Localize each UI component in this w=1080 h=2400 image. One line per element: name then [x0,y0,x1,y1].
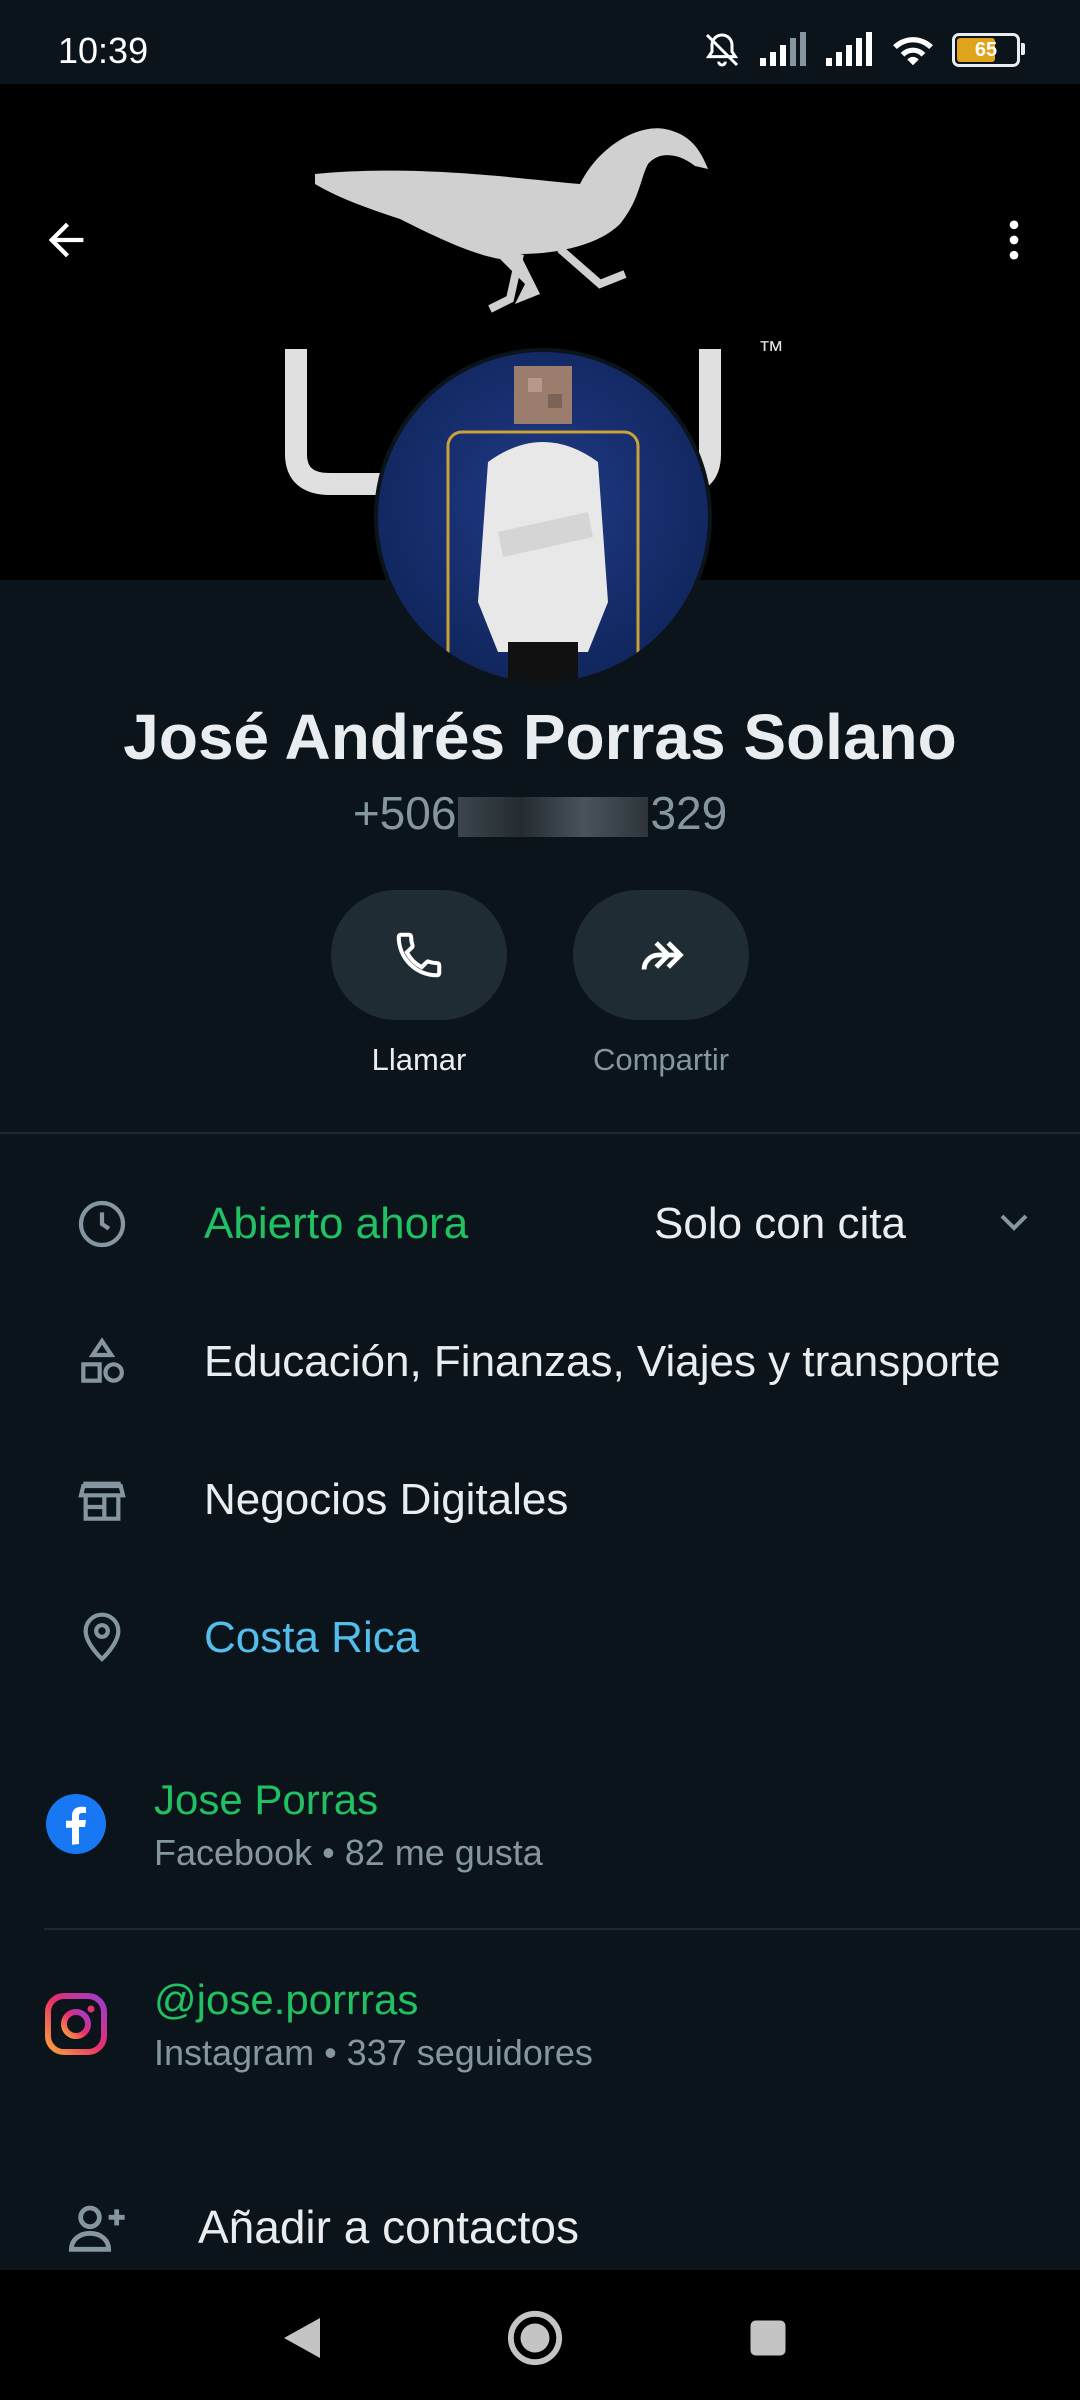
nav-recents-button[interactable] [736,2306,800,2370]
profile-avatar[interactable] [374,348,712,686]
business-description: Negocios Digitales [204,1475,569,1524]
status-time: 10:39 [58,30,149,71]
share-label: Compartir [592,1042,730,1077]
business-categories-row: Educación, Finanzas, Viajes y transporte [0,1312,1080,1412]
hours-detail: Solo con cita [654,1199,906,1248]
divider [44,1928,1080,1930]
instagram-link[interactable]: @jose.porrras Instagram • 337 seguidores [0,1966,1080,2096]
add-person-icon [68,2205,125,2252]
add-to-contacts-button[interactable]: Añadir a contactos [0,2178,1080,2278]
call-button[interactable]: Llamar [331,890,507,1078]
back-button[interactable] [30,204,102,276]
contact-name: José Andrés Porras Solano [123,701,957,773]
more-vertical-icon [1009,220,1019,260]
wifi-icon [893,37,933,66]
store-icon [70,1468,134,1532]
triangle-back-icon [284,2318,320,2358]
facebook-link[interactable]: Jose Porras Facebook • 82 me gusta [0,1766,1080,1896]
square-recents-icon [750,2320,786,2356]
business-description-row: Negocios Digitales [0,1450,1080,1550]
signal-icon [826,32,872,66]
instagram-handle: @jose.porrras [154,1976,419,2023]
facebook-icon [46,1794,106,1854]
arrow-left-icon [48,222,84,258]
add-to-contacts-label: Añadir a contactos [198,2201,580,2253]
system-navigation-bar [0,2270,1080,2400]
share-button[interactable]: Compartir [573,890,749,1078]
location-pin-icon [70,1606,134,1670]
nav-back-button[interactable] [270,2306,334,2370]
circle-home-icon [507,2310,563,2366]
forward-icon [641,941,684,970]
share-button-circle[interactable] [573,890,749,1020]
status-bar: 10:39 65 [0,0,1080,84]
clock-icon [70,1192,134,1256]
contact-phone: +506 329 [352,787,728,839]
bell-off-icon [705,33,739,67]
divider [0,1132,1080,1134]
more-options-button[interactable] [978,204,1050,276]
avatar-photo [446,366,640,682]
hours-status: Abierto ahora [204,1199,469,1248]
business-location-row[interactable]: Costa Rica [0,1588,1080,1688]
instagram-icon [45,1993,107,2055]
facebook-handle: Jose Porras [154,1776,379,1823]
phone-icon [396,932,442,978]
redacted-block [458,796,649,837]
business-hours-row[interactable]: Abierto ahora Solo con cita [0,1174,1080,1274]
chevron-down-icon[interactable] [990,1198,1038,1251]
instagram-stats: Instagram • 337 seguidores [154,2032,593,2073]
business-categories: Educación, Finanzas, Viajes y transporte [204,1337,1001,1386]
facebook-stats: Facebook • 82 me gusta [154,1832,543,1873]
shapes-icon [70,1330,134,1394]
status-icons: 65 [702,30,1025,70]
nav-home-button[interactable] [503,2306,567,2370]
signal-icon [760,32,806,66]
call-button-circle[interactable] [331,890,507,1020]
call-label: Llamar [371,1042,467,1077]
svg-text:™: ™ [758,335,784,365]
business-location[interactable]: Costa Rica [204,1613,419,1663]
battery-icon: 65 [952,33,1025,67]
